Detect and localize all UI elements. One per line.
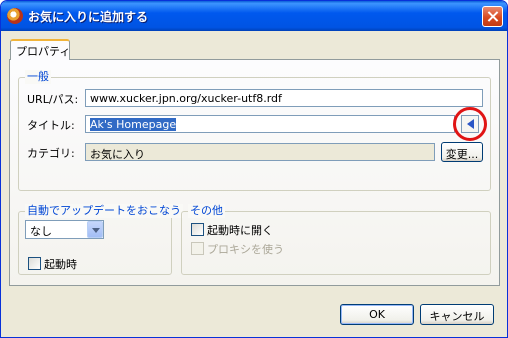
category-label: カテゴリ: — [27, 147, 75, 160]
highlight-circle — [453, 107, 487, 141]
open-on-startup-label: 起動時に開く — [207, 224, 273, 237]
startup-checkbox-label: 起動時 — [44, 258, 77, 271]
title-bar[interactable]: お気に入りに追加する — [1, 1, 507, 31]
browser-app-icon — [7, 8, 23, 24]
cancel-button[interactable]: キャンセル — [420, 304, 494, 325]
url-field[interactable]: www.xucker.jpn.org/xucker-utf8.rdf — [85, 89, 483, 107]
use-proxy-label: プロキシを使う — [207, 243, 284, 256]
other-group-title: その他 — [188, 204, 225, 218]
chevron-down-icon[interactable] — [87, 221, 103, 238]
dialog-window: お気に入りに追加する プロパティ 一般 自動でアップデートをおこなう その他 U… — [0, 0, 508, 338]
window-title: お気に入りに追加する — [28, 10, 149, 24]
change-button[interactable]: 変更... — [441, 142, 483, 162]
tab-properties[interactable]: プロパティ — [10, 39, 70, 60]
auto-update-select-value: なし — [30, 225, 52, 238]
startup-checkbox[interactable] — [28, 257, 41, 270]
title-field[interactable]: Ak's Homepage — [85, 115, 455, 133]
auto-update-select[interactable]: なし — [25, 220, 104, 239]
title-label: タイトル: — [27, 119, 75, 132]
auto-update-group-title: 自動でアップデートをおこなう — [25, 204, 183, 218]
general-group-title: 一般 — [25, 70, 51, 84]
category-field: お気に入り — [85, 143, 435, 161]
title-value: Ak's Homepage — [90, 118, 177, 131]
url-label: URL/パス: — [27, 93, 79, 106]
close-button[interactable] — [482, 6, 503, 27]
ok-button[interactable]: OK — [340, 304, 414, 325]
use-proxy-checkbox[interactable] — [191, 242, 204, 255]
open-on-startup-checkbox[interactable] — [191, 223, 204, 236]
